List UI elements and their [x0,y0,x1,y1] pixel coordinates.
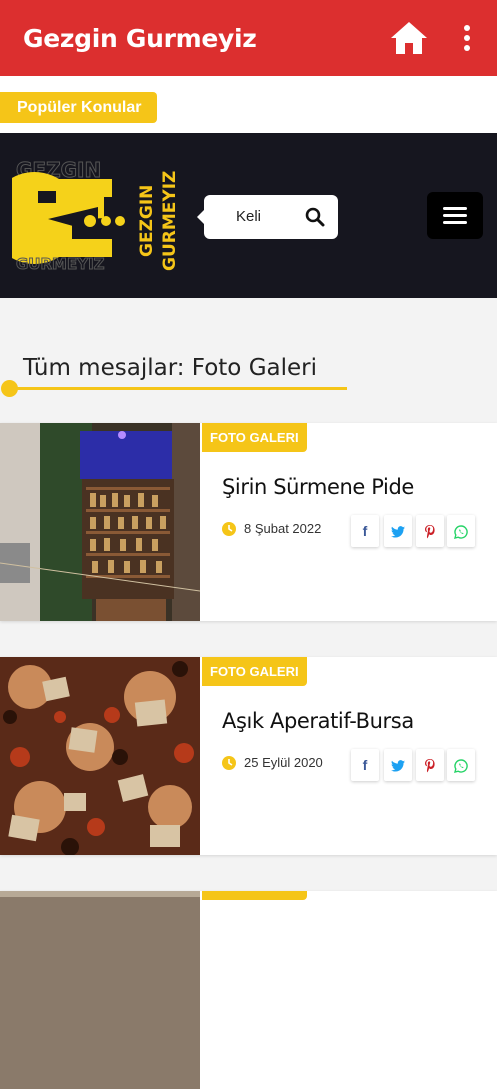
post-thumbnail[interactable] [0,657,200,855]
search-icon[interactable] [305,207,325,227]
app-title: Gezgin Gurmeyiz [23,24,257,53]
post-card[interactable]: FOTO GALERI Şirin Sürmene Pide 8 Şubat 2… [0,423,497,621]
clock-icon [222,522,236,536]
post-card[interactable]: FOTO GALERI Aşık Aperatif-Bursa 25 Eylül… [0,657,497,855]
svg-text:GURMEYIZ: GURMEYIZ [16,255,105,273]
app-bar: Gezgin Gurmeyiz [0,0,497,76]
search-input[interactable]: Keli [236,208,261,225]
post-title[interactable]: Şirin Sürmene Pide [222,475,414,499]
post-date-text: 8 Şubat 2022 [244,521,322,536]
hamburger-icon-line [443,214,467,217]
post-date-text: 25 Eylül 2020 [244,755,323,770]
site-logo[interactable]: GEZGIN GURMEYIZ GEZGIN GURMEYIZ [12,157,182,275]
facebook-share-button[interactable]: f [351,749,379,781]
page-title: Tüm mesajlar: Foto Galeri [23,355,317,381]
facebook-icon: f [362,757,368,773]
popular-topics-bar: Popüler Konular [0,76,497,133]
post-card[interactable]: FOTO GALERI [0,891,497,1089]
more-vert-icon[interactable] [458,24,476,52]
post-title[interactable]: Aşık Aperatif-Bursa [222,709,414,733]
twitter-icon [391,526,405,538]
hamburger-icon-line [443,221,467,224]
post-thumbnail[interactable] [0,423,200,621]
twitter-share-button[interactable] [384,749,412,781]
whatsapp-icon [454,525,468,540]
post-date: 25 Eylül 2020 [222,755,323,770]
twitter-icon [391,760,405,772]
svg-text:GEZGIN: GEZGIN [137,185,157,257]
post-category-tag[interactable]: FOTO GALERI [202,657,307,686]
pinterest-icon [425,525,435,539]
post-category-tag[interactable]: FOTO GALERI [202,423,307,452]
pinterest-icon [425,759,435,773]
post-date: 8 Şubat 2022 [222,521,321,536]
heading-underline [10,387,347,390]
hamburger-icon-line [443,207,467,210]
whatsapp-share-button[interactable] [447,749,475,781]
facebook-share-button[interactable]: f [351,515,379,547]
heading-dot [1,380,18,397]
clock-icon [222,756,236,770]
whatsapp-share-button[interactable] [447,515,475,547]
whatsapp-icon [454,759,468,774]
post-category-tag[interactable]: FOTO GALERI [202,891,307,900]
pinterest-share-button[interactable] [416,749,444,781]
pinterest-share-button[interactable] [416,515,444,547]
home-icon[interactable] [389,20,429,56]
svg-text:GURMEYIZ: GURMEYIZ [160,171,180,271]
post-thumbnail[interactable] [0,891,200,1089]
menu-button[interactable] [427,192,483,239]
facebook-icon: f [362,523,368,539]
popular-topics-button[interactable]: Popüler Konular [0,92,158,123]
twitter-share-button[interactable] [384,515,412,547]
